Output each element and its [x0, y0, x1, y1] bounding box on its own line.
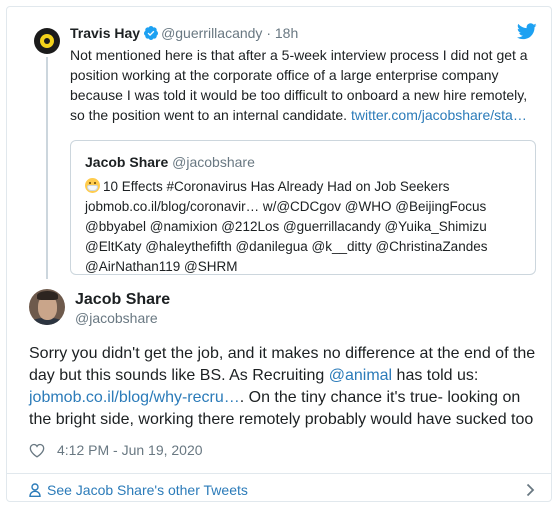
main-author-name[interactable]: Jacob Share [75, 291, 170, 309]
quoted-author-name: Jacob Share [85, 154, 169, 170]
person-icon [29, 483, 41, 497]
parent-tweet[interactable]: Travis Hay @guerrillacandy · 18h Not ment… [7, 7, 551, 285]
quoted-tweet-body: 10 Effects #Coronavirus Has Already Had … [85, 179, 488, 274]
thread-connector-line [46, 57, 48, 279]
other-tweets-label: See Jacob Share's other Tweets [47, 482, 248, 498]
parent-tweet-time[interactable]: 18h [275, 25, 298, 41]
quoted-tweet-text: 10 Effects #Coronavirus Has Already Had … [85, 177, 525, 277]
heart-icon[interactable] [29, 443, 45, 458]
embedded-tweet-card: Travis Hay @guerrillacandy · 18h Not ment… [6, 6, 552, 502]
mask-face-emoji-icon [85, 178, 100, 193]
twitter-bird-icon[interactable] [517, 23, 537, 40]
other-tweets-link[interactable]: See Jacob Share's other Tweets [29, 482, 248, 498]
verified-badge-icon [144, 26, 159, 40]
parent-tweet-link[interactable]: twitter.com/jacobshare/sta… [351, 107, 527, 123]
quoted-author-handle: @jacobshare [172, 154, 255, 170]
tweet-timestamp[interactable]: 4:12 PM - Jun 19, 2020 [57, 442, 203, 458]
parent-tweet-text: Not mentioned here is that after a 5-wee… [70, 45, 540, 125]
main-author-handle[interactable]: @jacobshare [75, 310, 158, 327]
chevron-right-icon[interactable] [526, 483, 535, 497]
tweet-footer: See Jacob Share's other Tweets [7, 473, 551, 503]
header-separator: · [266, 25, 271, 41]
quoted-tweet[interactable]: Jacob Share @jacobshare 10 Effects #Coro… [70, 140, 536, 275]
tweet-meta: 4:12 PM - Jun 19, 2020 [29, 441, 203, 459]
main-author-avatar[interactable] [29, 289, 65, 325]
mention-link[interactable]: @animal [329, 367, 392, 384]
quoted-tweet-header: Jacob Share @jacobshare [85, 153, 255, 171]
main-tweet-link[interactable]: jobmob.co.il/blog/why-recru… [29, 389, 240, 406]
parent-author-name[interactable]: Travis Hay [70, 25, 140, 41]
parent-author-handle[interactable]: @guerrillacandy [161, 25, 262, 41]
main-tweet-text: Sorry you didn't get the job, and it mak… [29, 343, 541, 431]
parent-author-avatar[interactable] [34, 28, 60, 54]
main-tweet-body-2: has told us: [392, 367, 479, 384]
parent-tweet-header: Travis Hay @guerrillacandy · 18h [70, 24, 298, 42]
